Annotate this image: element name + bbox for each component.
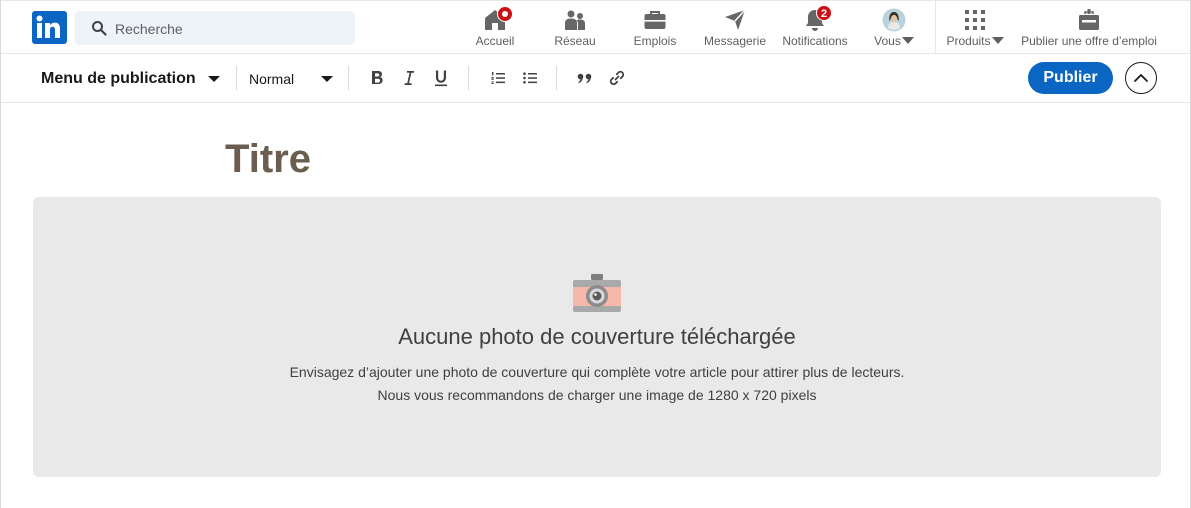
- chevron-up-icon: [1134, 74, 1148, 82]
- briefcase-icon: [644, 11, 666, 29]
- nav-item-home[interactable]: Accueil: [465, 5, 525, 51]
- nav-products-dropdown: Produits: [941, 34, 1009, 48]
- nav-label: Produits: [946, 34, 991, 48]
- chevron-down-icon[interactable]: [208, 76, 220, 82]
- toolbar-divider: [236, 66, 237, 90]
- page: Recherche Accueil Réseau Emplois Message…: [0, 0, 1191, 508]
- nav-label: Accueil: [475, 34, 515, 48]
- chevron-down-icon[interactable]: [321, 76, 333, 82]
- cover-photo-upload[interactable]: Aucune photo de couverture téléchargée E…: [33, 197, 1161, 477]
- grid-icon: [965, 10, 985, 30]
- global-nav: Recherche Accueil Réseau Emplois Message…: [1, 0, 1190, 54]
- cover-heading: Aucune photo de couverture téléchargée: [398, 324, 796, 349]
- search-icon: [92, 21, 107, 36]
- nav-label: Publier une offre d’emploi: [1021, 34, 1157, 48]
- linkedin-logo-icon[interactable]: [32, 11, 67, 44]
- article-title-input[interactable]: Titre: [225, 136, 311, 182]
- camera-icon: [573, 274, 621, 312]
- nav-label: Messagerie: [703, 34, 767, 48]
- text-style-select[interactable]: Normal: [249, 70, 294, 88]
- collapse-toolbar-button[interactable]: [1125, 62, 1157, 94]
- nav-divider: [935, 1, 936, 54]
- underline-icon[interactable]: [431, 68, 451, 88]
- bulleted-list-icon[interactable]: [520, 68, 540, 88]
- cover-hint-line: Envisagez d’ajouter une photo de couvert…: [289, 364, 905, 380]
- job-post-icon: [1079, 9, 1099, 30]
- italic-icon[interactable]: [399, 68, 419, 88]
- bold-icon[interactable]: [367, 68, 387, 88]
- chevron-down-icon: [991, 37, 1004, 44]
- nav-label: Notifications: [782, 34, 848, 48]
- cover-hint-line: Nous vous recommandons de charger une im…: [377, 387, 817, 403]
- nav-item-messaging[interactable]: Messagerie: [699, 5, 771, 51]
- quote-icon[interactable]: [575, 68, 595, 88]
- nav-me-dropdown: Vous: [863, 34, 925, 48]
- nav-label: Emplois: [633, 34, 677, 48]
- nav-item-notifications[interactable]: 2 Notifications: [777, 5, 853, 51]
- toolbar-divider: [556, 66, 557, 90]
- editor-toolbar: Menu de publication Normal Publier: [1, 54, 1190, 103]
- notifications-badge: 2: [816, 5, 832, 21]
- nav-item-me[interactable]: Vous: [863, 5, 925, 51]
- nav-item-jobs[interactable]: Emplois: [625, 5, 685, 51]
- avatar: [882, 8, 906, 32]
- nav-item-post-job[interactable]: Publier une offre d’emploi: [1015, 5, 1163, 51]
- search-box[interactable]: Recherche: [75, 11, 355, 45]
- nav-label: Réseau: [554, 34, 596, 48]
- nav-label: Vous: [874, 34, 901, 48]
- link-icon[interactable]: [607, 68, 627, 88]
- nav-item-network[interactable]: Réseau: [545, 5, 605, 51]
- send-icon: [725, 9, 746, 30]
- toolbar-divider: [348, 66, 349, 90]
- nav-item-products[interactable]: Produits: [941, 5, 1009, 51]
- chevron-down-icon: [901, 37, 914, 44]
- home-notification-dot: [497, 6, 513, 22]
- network-icon: [565, 10, 585, 30]
- toolbar-divider: [468, 66, 469, 90]
- publish-button[interactable]: Publier: [1028, 62, 1113, 94]
- search-input[interactable]: Recherche: [115, 20, 183, 38]
- numbered-list-icon[interactable]: [488, 68, 508, 88]
- publishing-menu-button[interactable]: Menu de publication: [41, 69, 196, 89]
